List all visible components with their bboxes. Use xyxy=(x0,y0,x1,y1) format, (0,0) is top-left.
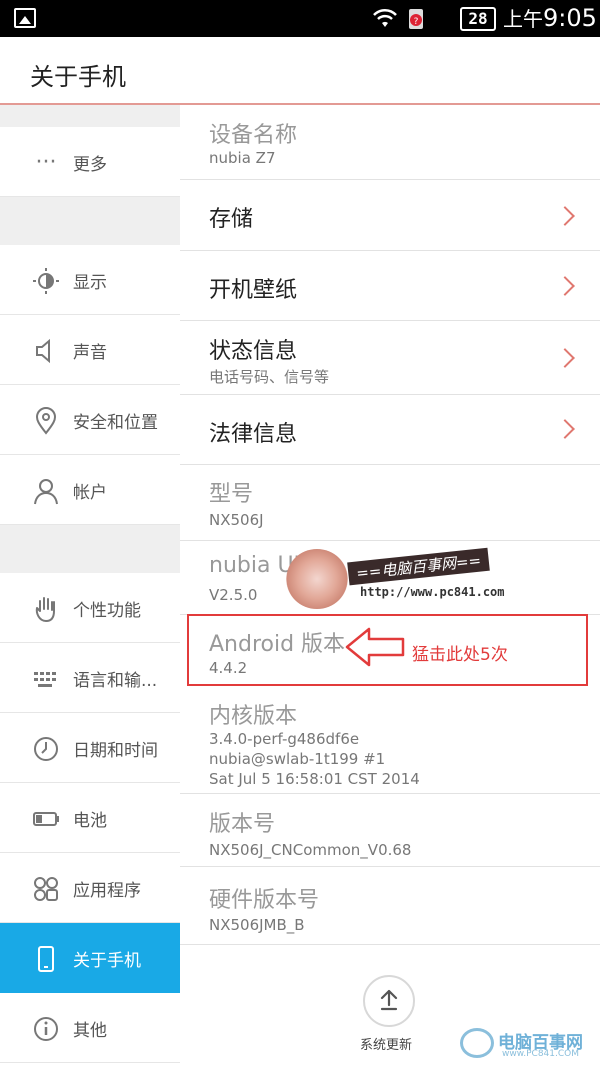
clock-icon xyxy=(34,737,58,761)
sidebar-item-label: 关于手机 xyxy=(73,951,141,971)
sidebar-item-label: 语言和输... xyxy=(73,671,158,691)
chevron-right-icon xyxy=(555,206,575,226)
sidebar-item-label: 显示 xyxy=(73,273,107,293)
rose-decoration-icon xyxy=(286,549,348,609)
info-icon xyxy=(34,1017,58,1041)
chevron-right-icon xyxy=(555,348,575,368)
sidebar-item-accounts[interactable]: 帐户 xyxy=(0,455,180,525)
title-bar: 关于手机 xyxy=(0,37,600,105)
time-value: 9:05 xyxy=(543,4,597,32)
battery-indicator: 28 xyxy=(460,7,496,31)
legal-info-row[interactable]: 法律信息 xyxy=(180,395,600,465)
svg-text:?: ? xyxy=(414,17,419,27)
sidebar-item-more[interactable]: ··· 更多 xyxy=(0,127,180,197)
page-title: 关于手机 xyxy=(30,63,126,91)
site-logo: 电脑百事网 www.PC841.COM xyxy=(454,1022,600,1067)
battery-icon xyxy=(33,812,59,826)
kernel-version-line3: Sat Jul 5 16:58:01 CST 2014 xyxy=(209,770,420,788)
status-info-label: 状态信息 xyxy=(209,339,298,364)
sidebar-item-display[interactable]: 显示 xyxy=(0,245,180,315)
watermark-url: http://www.pc841.com xyxy=(360,585,505,599)
logo-subtext: www.PC841.COM xyxy=(502,1049,580,1059)
sidebar-item-battery[interactable]: 电池 xyxy=(0,783,180,853)
kernel-version-row: 内核版本 3.4.0-perf-g486df6e nubia@swlab-1t1… xyxy=(180,688,600,794)
boot-wallpaper-row[interactable]: 开机壁纸 xyxy=(180,251,600,321)
boot-wallpaper-label: 开机壁纸 xyxy=(209,278,298,303)
model-label: 型号 xyxy=(209,482,254,507)
sidebar-item-personalization[interactable]: 个性功能 xyxy=(0,573,180,643)
sidebar-divider xyxy=(0,197,180,245)
sidebar-item-applications[interactable]: 应用程序 xyxy=(0,853,180,923)
chevron-right-icon xyxy=(555,419,575,439)
left-arrow-icon xyxy=(345,627,405,667)
location-pin-icon xyxy=(35,407,57,435)
hand-icon xyxy=(35,597,55,623)
sidebar-item-other[interactable]: 其他 xyxy=(0,993,180,1063)
sidebar-divider xyxy=(0,525,180,573)
sidebar-item-label: 个性功能 xyxy=(73,601,141,621)
status-info-value: 电话号码、信号等 xyxy=(209,368,330,386)
status-info-row[interactable]: 状态信息 电话号码、信号等 xyxy=(180,321,600,395)
logo-mark-icon xyxy=(460,1028,494,1058)
device-name-value: nubia Z7 xyxy=(209,149,276,167)
sidebar-item-label: 安全和位置 xyxy=(73,413,158,433)
legal-info-label: 法律信息 xyxy=(209,422,298,447)
sidebar-item-sound[interactable]: 声音 xyxy=(0,315,180,385)
upload-arrow-icon xyxy=(380,989,398,1011)
system-update-button[interactable] xyxy=(363,975,415,1027)
sidebar-item-label: 日期和时间 xyxy=(73,741,158,761)
model-value: NX506J xyxy=(209,511,264,529)
sidebar-item-label: 声音 xyxy=(73,343,107,363)
sidebar-item-label: 应用程序 xyxy=(73,881,141,901)
sidebar-item-label: 更多 xyxy=(73,155,107,175)
model-row: 型号 NX506J xyxy=(180,465,600,541)
annotation-text: 猛击此处5次 xyxy=(412,645,508,665)
storage-row[interactable]: 存储 xyxy=(180,180,600,251)
apps-grid-icon xyxy=(34,877,58,901)
sidebar-item-label: 电池 xyxy=(73,811,107,831)
build-number-row[interactable]: 版本号 NX506J_CNCommon_V0.68 xyxy=(180,794,600,867)
kernel-version-line2: nubia@swlab-1t199 #1 xyxy=(209,750,386,768)
sidebar-item-label: 其他 xyxy=(73,1021,107,1041)
keyboard-icon xyxy=(34,672,56,687)
sidebar-item-about-phone[interactable]: 关于手机 xyxy=(0,923,190,993)
phone-icon xyxy=(38,946,54,972)
display-brightness-icon xyxy=(33,268,59,294)
nubia-ui-value: V2.5.0 xyxy=(209,586,258,604)
wifi-icon xyxy=(373,8,397,27)
watermark-text: ==电脑百事网== xyxy=(347,547,491,586)
device-name-label: 设备名称 xyxy=(209,123,298,148)
status-bar: ? 28 上午9:05 xyxy=(0,0,600,37)
gallery-notification-icon xyxy=(14,8,36,28)
time-period: 上午 xyxy=(503,7,543,31)
settings-sidebar: ··· 更多 显示 声音 安全和位置 帐户 个性功能 语言和输... 日期和时间… xyxy=(0,105,190,1067)
person-icon xyxy=(34,479,58,505)
storage-label: 存储 xyxy=(209,207,254,232)
hardware-version-label: 硬件版本号 xyxy=(209,888,320,913)
sidebar-item-security-location[interactable]: 安全和位置 xyxy=(0,385,180,455)
kernel-version-label: 内核版本 xyxy=(209,704,298,729)
sidebar-divider xyxy=(0,105,180,127)
hardware-version-row: 硬件版本号 NX506JMB_B xyxy=(180,867,600,945)
system-update-label: 系统更新 xyxy=(360,1038,413,1053)
device-name-row[interactable]: 设备名称 nubia Z7 xyxy=(180,105,600,180)
sidebar-item-language-input[interactable]: 语言和输... xyxy=(0,643,180,713)
build-number-value: NX506J_CNCommon_V0.68 xyxy=(209,841,412,859)
clock: 上午9:05 xyxy=(503,4,597,33)
sim-alert-icon: ? xyxy=(409,9,423,29)
kernel-version-line1: 3.4.0-perf-g486df6e xyxy=(209,730,360,748)
hardware-version-value: NX506JMB_B xyxy=(209,916,305,934)
sidebar-item-date-time[interactable]: 日期和时间 xyxy=(0,713,180,783)
more-dots-icon: ··· xyxy=(35,150,57,175)
watermark: ==电脑百事网== http://www.pc841.com xyxy=(286,545,526,615)
speaker-icon xyxy=(36,338,50,364)
build-number-label: 版本号 xyxy=(209,812,276,837)
chevron-right-icon xyxy=(555,276,575,296)
sidebar-item-label: 帐户 xyxy=(73,483,107,503)
